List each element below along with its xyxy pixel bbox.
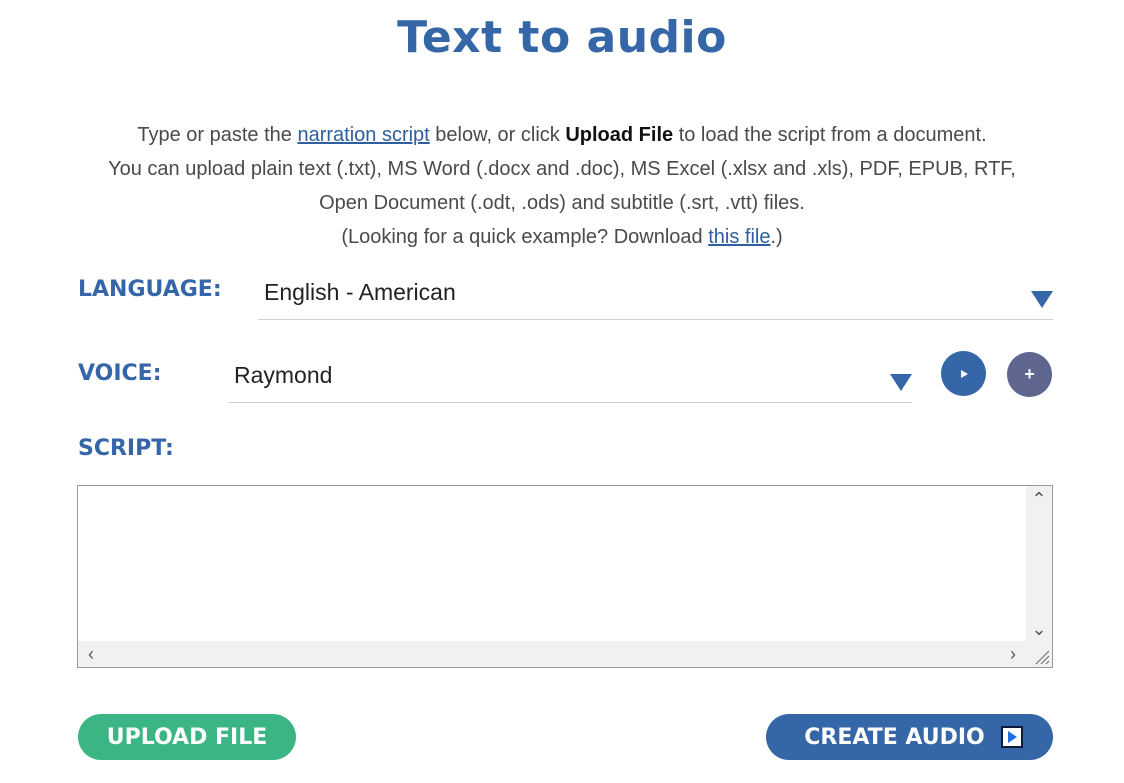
add-voice-button[interactable]: +	[1007, 352, 1052, 397]
script-textarea[interactable]: ⌃ ⌄ ‹ ›	[77, 485, 1053, 668]
resize-handle-icon[interactable]	[1026, 641, 1052, 667]
create-audio-label: CREATE AUDIO	[804, 724, 985, 750]
narration-script-link[interactable]: narration script	[297, 124, 429, 146]
page-title: Text to audio	[397, 12, 727, 63]
upload-file-mention: Upload File	[565, 124, 674, 146]
intro-line-4: (Looking for a quick example? Download t…	[40, 220, 1084, 254]
intro-line-3: Open Document (.odt, .ods) and subtitle …	[319, 192, 805, 214]
language-label: LANGUAGE:	[78, 277, 222, 302]
chevron-up-icon[interactable]: ⌃	[1026, 486, 1052, 512]
plus-icon: +	[1024, 364, 1035, 384]
intro-text-segment: (Looking for a quick example? Download	[341, 226, 709, 248]
horizontal-scrollbar[interactable]: ‹ ›	[78, 641, 1052, 667]
voice-select[interactable]: Raymond	[228, 354, 912, 403]
intro-text-segment: .)	[770, 226, 783, 248]
play-icon	[961, 369, 968, 378]
chevron-right-icon[interactable]: ›	[1000, 641, 1026, 667]
intro-line-2: You can upload plain text (.txt), MS Wor…	[108, 158, 1016, 180]
vertical-scrollbar[interactable]: ⌃ ⌄	[1026, 486, 1052, 642]
play-icon	[1000, 726, 1023, 748]
preview-voice-button[interactable]	[941, 351, 986, 396]
intro-text-segment: Type or paste the	[137, 124, 298, 146]
create-audio-button[interactable]: CREATE AUDIO	[766, 714, 1053, 760]
voice-value: Raymond	[234, 362, 333, 388]
language-value: English - American	[264, 279, 456, 305]
intro-text-segment: to load the script from a document.	[673, 124, 987, 146]
chevron-down-icon[interactable]: ⌄	[1026, 616, 1052, 642]
chevron-left-icon[interactable]: ‹	[78, 641, 104, 667]
chevron-down-icon	[1031, 291, 1053, 308]
upload-file-label: UPLOAD FILE	[106, 724, 268, 750]
chevron-down-icon	[890, 374, 912, 391]
language-select[interactable]: English - American	[258, 271, 1053, 320]
upload-file-button[interactable]: UPLOAD FILE	[78, 714, 296, 760]
intro-text: Type or paste the narration script below…	[40, 118, 1084, 254]
example-file-link[interactable]: this file	[708, 226, 770, 248]
voice-label: VOICE:	[78, 361, 162, 386]
intro-line-1: Type or paste the narration script below…	[40, 118, 1084, 152]
script-label: SCRIPT:	[78, 436, 174, 461]
intro-text-segment: below, or click	[429, 124, 566, 146]
